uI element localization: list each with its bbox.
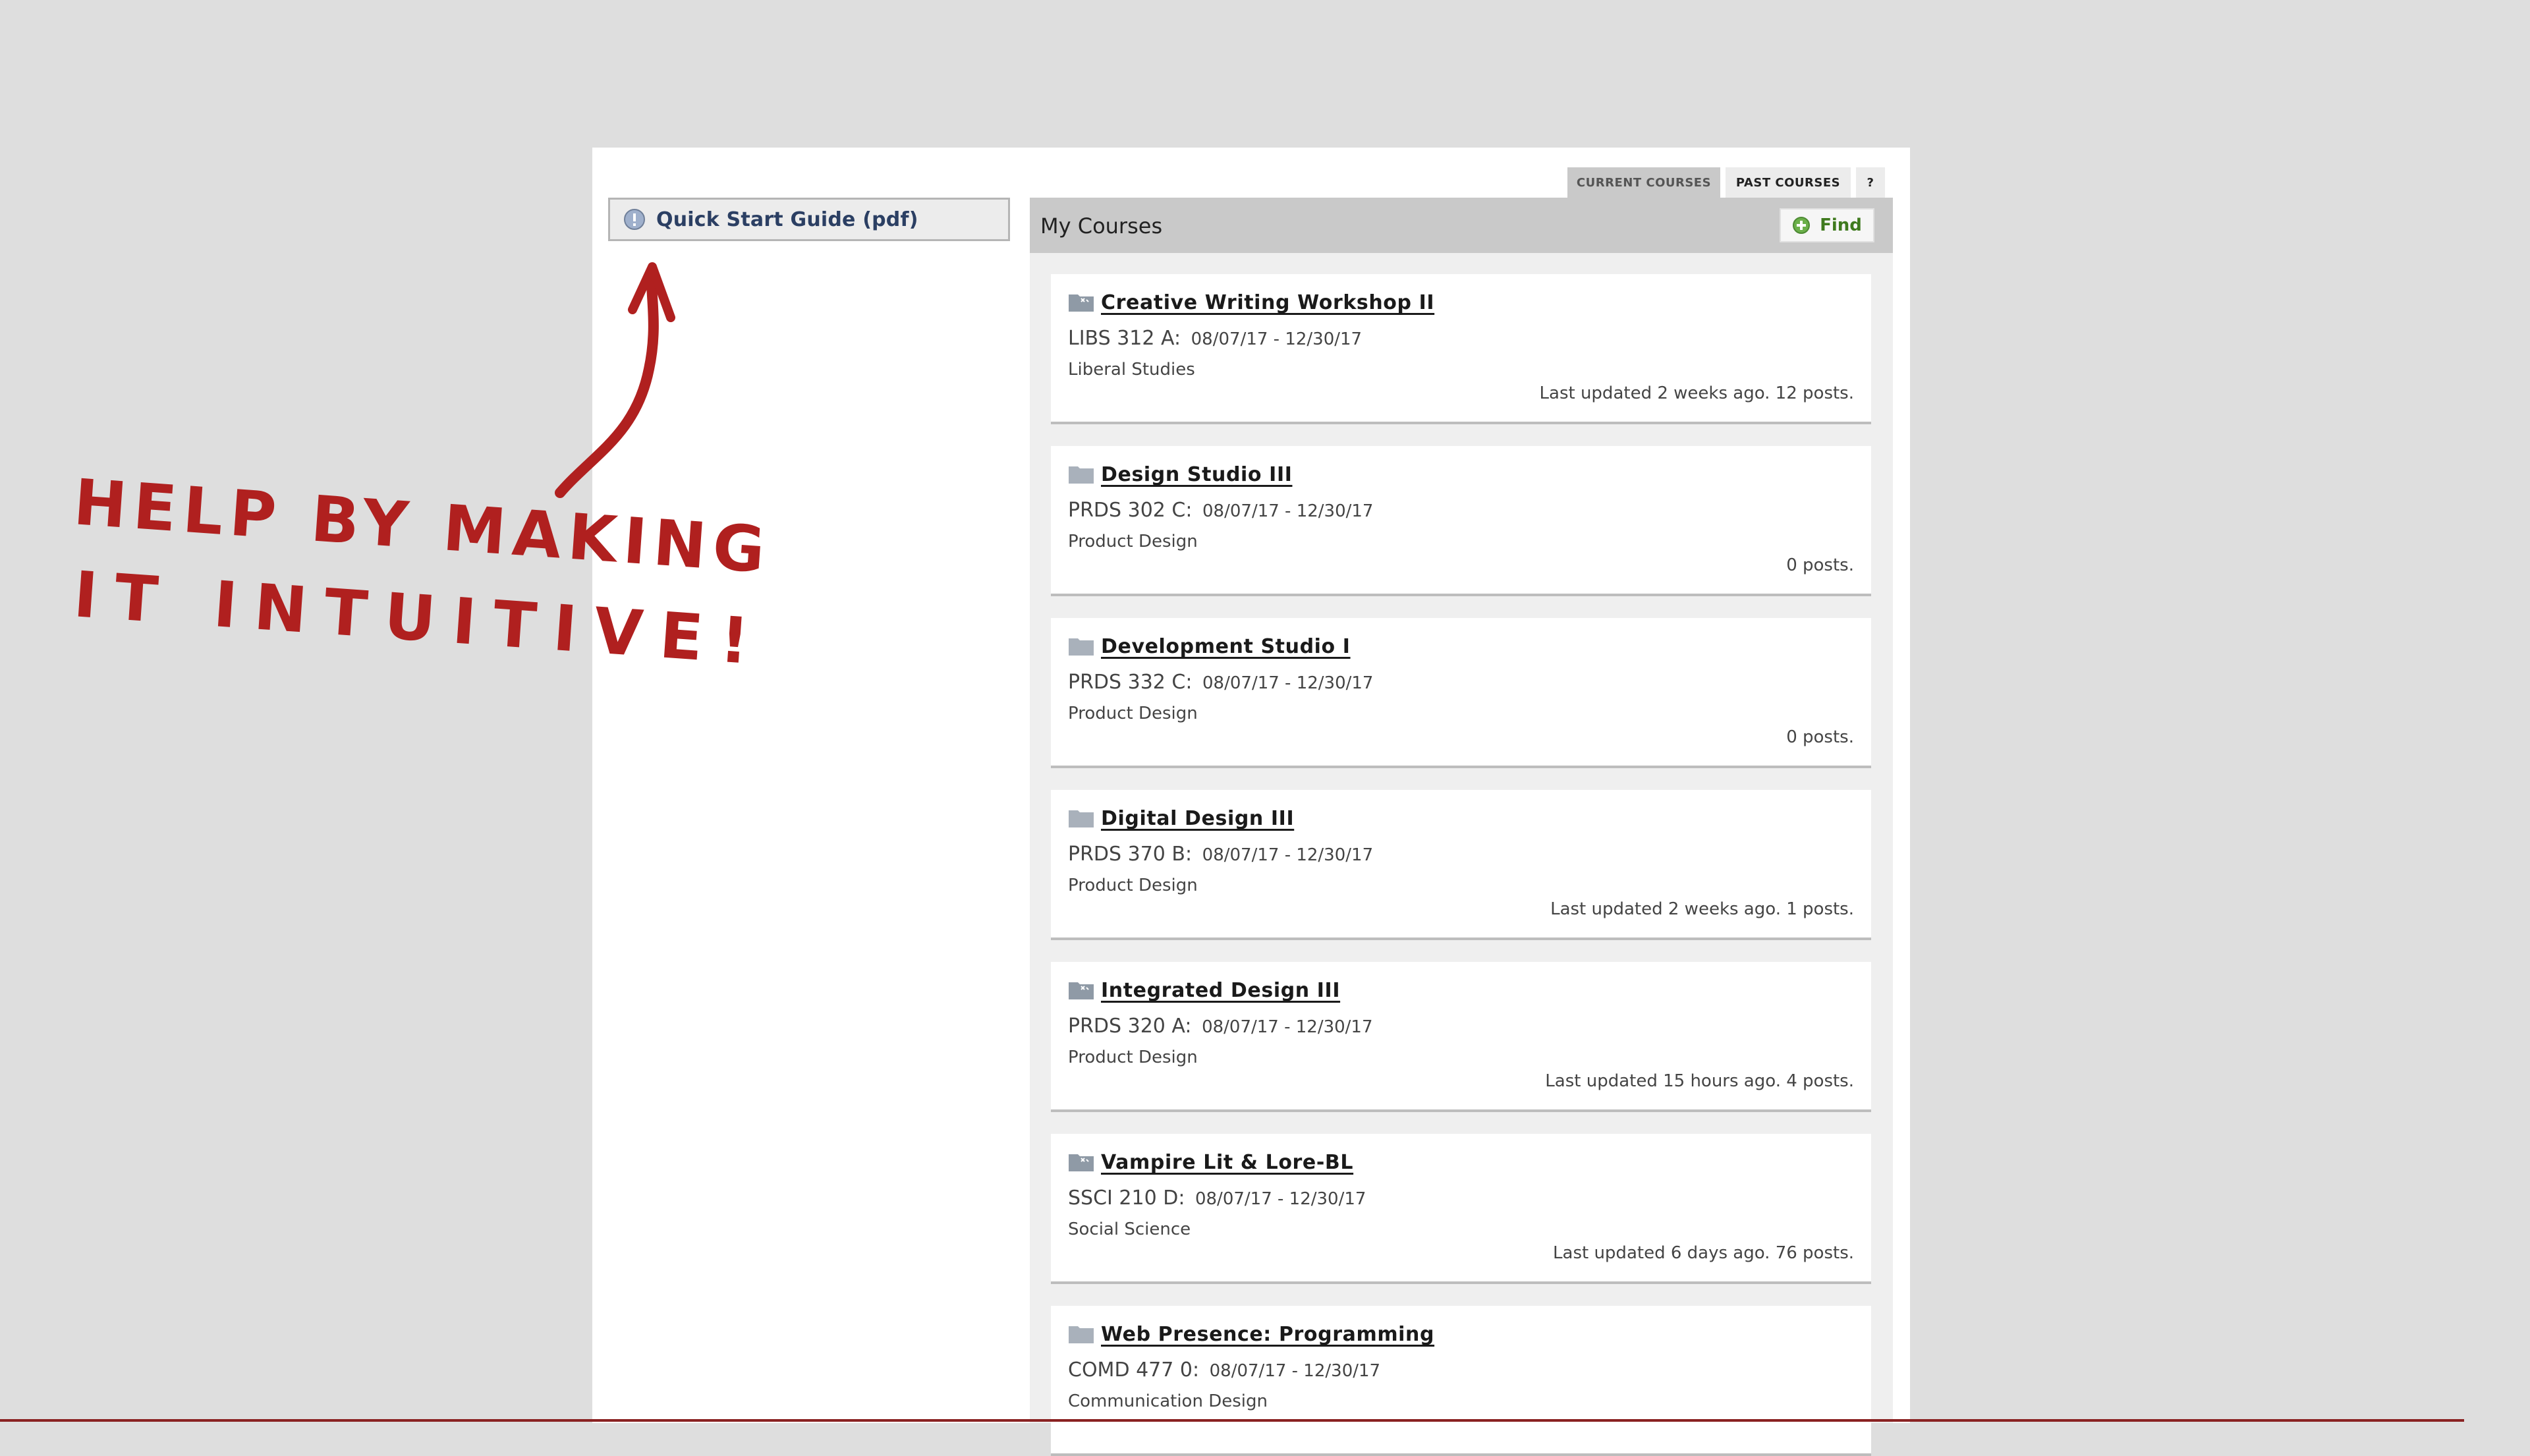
course-title-link[interactable]: Development Studio I [1101, 635, 1351, 658]
course-status: 0 posts. [1786, 727, 1854, 747]
my-courses-title: My Courses [1040, 213, 1163, 238]
course-title-link[interactable]: Creative Writing Workshop II [1101, 291, 1434, 314]
course-title-link[interactable]: Digital Design III [1101, 807, 1294, 830]
course-title-link[interactable]: Integrated Design III [1101, 979, 1340, 1002]
course-title-link[interactable]: Web Presence: Programming [1101, 1323, 1434, 1346]
folder-puzzle-icon [1069, 982, 1094, 999]
course-code-text: PRDS 302 C: [1068, 499, 1193, 522]
folder-icon [1069, 1326, 1094, 1343]
course-code: SSCI 210 D: 08/07/17 - 12/30/17 [1068, 1187, 1366, 1210]
course-code-text: PRDS 370 B: [1068, 843, 1193, 866]
plus-circle-icon [1793, 217, 1811, 234]
course-code-text: PRDS 332 C: [1068, 671, 1193, 694]
info-icon [624, 209, 645, 230]
course-department: Liberal Studies [1068, 360, 1195, 379]
course-status: Last updated 2 weeks ago. 12 posts. [1539, 383, 1854, 403]
course-code-text: PRDS 320 A: [1068, 1015, 1192, 1038]
main-card: Quick Start Guide (pdf) CURRENT COURSES … [592, 148, 1910, 1456]
course-department: Product Design [1068, 704, 1198, 723]
my-courses-header: My Courses Find [1030, 198, 1893, 253]
course-card: Creative Writing Workshop II LIBS 312 A:… [1051, 274, 1871, 424]
course-department: Social Science [1068, 1219, 1191, 1239]
course-dates: 08/07/17 - 12/30/17 [1202, 1017, 1373, 1037]
course-code: PRDS 302 C: 08/07/17 - 12/30/17 [1068, 499, 1373, 522]
course-dates: 08/07/17 - 12/30/17 [1209, 1361, 1381, 1381]
folder-puzzle-icon [1069, 1154, 1094, 1171]
find-button[interactable]: Find [1780, 208, 1874, 242]
folder-icon [1069, 810, 1094, 827]
course-code-text: COMD 477 0: [1068, 1358, 1200, 1382]
quick-start-guide-link[interactable]: Quick Start Guide (pdf) [608, 198, 1010, 241]
tab-help[interactable]: ? [1856, 167, 1885, 198]
find-label: Find [1820, 215, 1862, 235]
course-card: Integrated Design III PRDS 320 A: 08/07/… [1051, 962, 1871, 1112]
my-courses-panel: My Courses Find Creative Writing Worksho… [1030, 198, 1893, 1456]
folder-puzzle-icon [1069, 294, 1094, 312]
course-dates: 08/07/17 - 12/30/17 [1191, 329, 1363, 349]
bottom-border-line [0, 1419, 2464, 1422]
course-code: PRDS 320 A: 08/07/17 - 12/30/17 [1068, 1015, 1373, 1038]
course-title-link[interactable]: Design Studio III [1101, 463, 1292, 486]
course-card: Vampire Lit & Lore-BL SSCI 210 D: 08/07/… [1051, 1134, 1871, 1284]
course-code: PRDS 332 C: 08/07/17 - 12/30/17 [1068, 671, 1373, 694]
course-card: Design Studio III PRDS 302 C: 08/07/17 -… [1051, 446, 1871, 596]
course-status: Last updated 15 hours ago. 4 posts. [1545, 1071, 1854, 1091]
course-code: LIBS 312 A: 08/07/17 - 12/30/17 [1068, 327, 1362, 350]
course-card: Development Studio I PRDS 332 C: 08/07/1… [1051, 618, 1871, 768]
course-code-text: LIBS 312 A: [1068, 327, 1181, 350]
folder-icon [1069, 466, 1094, 484]
course-dates: 08/07/17 - 12/30/17 [1202, 501, 1374, 521]
tab-past-courses[interactable]: PAST COURSES [1726, 167, 1851, 198]
course-status: 0 posts. [1786, 555, 1854, 575]
course-card: Digital Design III PRDS 370 B: 08/07/17 … [1051, 790, 1871, 940]
course-department: Product Design [1068, 532, 1198, 551]
tab-current-courses[interactable]: CURRENT COURSES [1567, 167, 1720, 198]
course-status: Last updated 2 weeks ago. 1 posts. [1550, 899, 1854, 919]
course-status: Last updated 6 days ago. 76 posts. [1553, 1243, 1854, 1263]
course-title-link[interactable]: Vampire Lit & Lore-BL [1101, 1151, 1353, 1174]
course-dates: 08/07/17 - 12/30/17 [1202, 845, 1374, 865]
course-department: Communication Design [1068, 1391, 1268, 1411]
quick-start-guide-label: Quick Start Guide (pdf) [656, 208, 918, 231]
course-code-text: SSCI 210 D: [1068, 1187, 1185, 1210]
course-department: Product Design [1068, 1048, 1198, 1067]
course-code: PRDS 370 B: 08/07/17 - 12/30/17 [1068, 843, 1373, 866]
course-dates: 08/07/17 - 12/30/17 [1195, 1189, 1366, 1209]
course-department: Product Design [1068, 876, 1198, 895]
folder-icon [1069, 638, 1094, 656]
course-card: Web Presence: Programming COMD 477 0: 08… [1051, 1306, 1871, 1456]
course-code: COMD 477 0: 08/07/17 - 12/30/17 [1068, 1358, 1380, 1382]
course-dates: 08/07/17 - 12/30/17 [1202, 673, 1374, 693]
